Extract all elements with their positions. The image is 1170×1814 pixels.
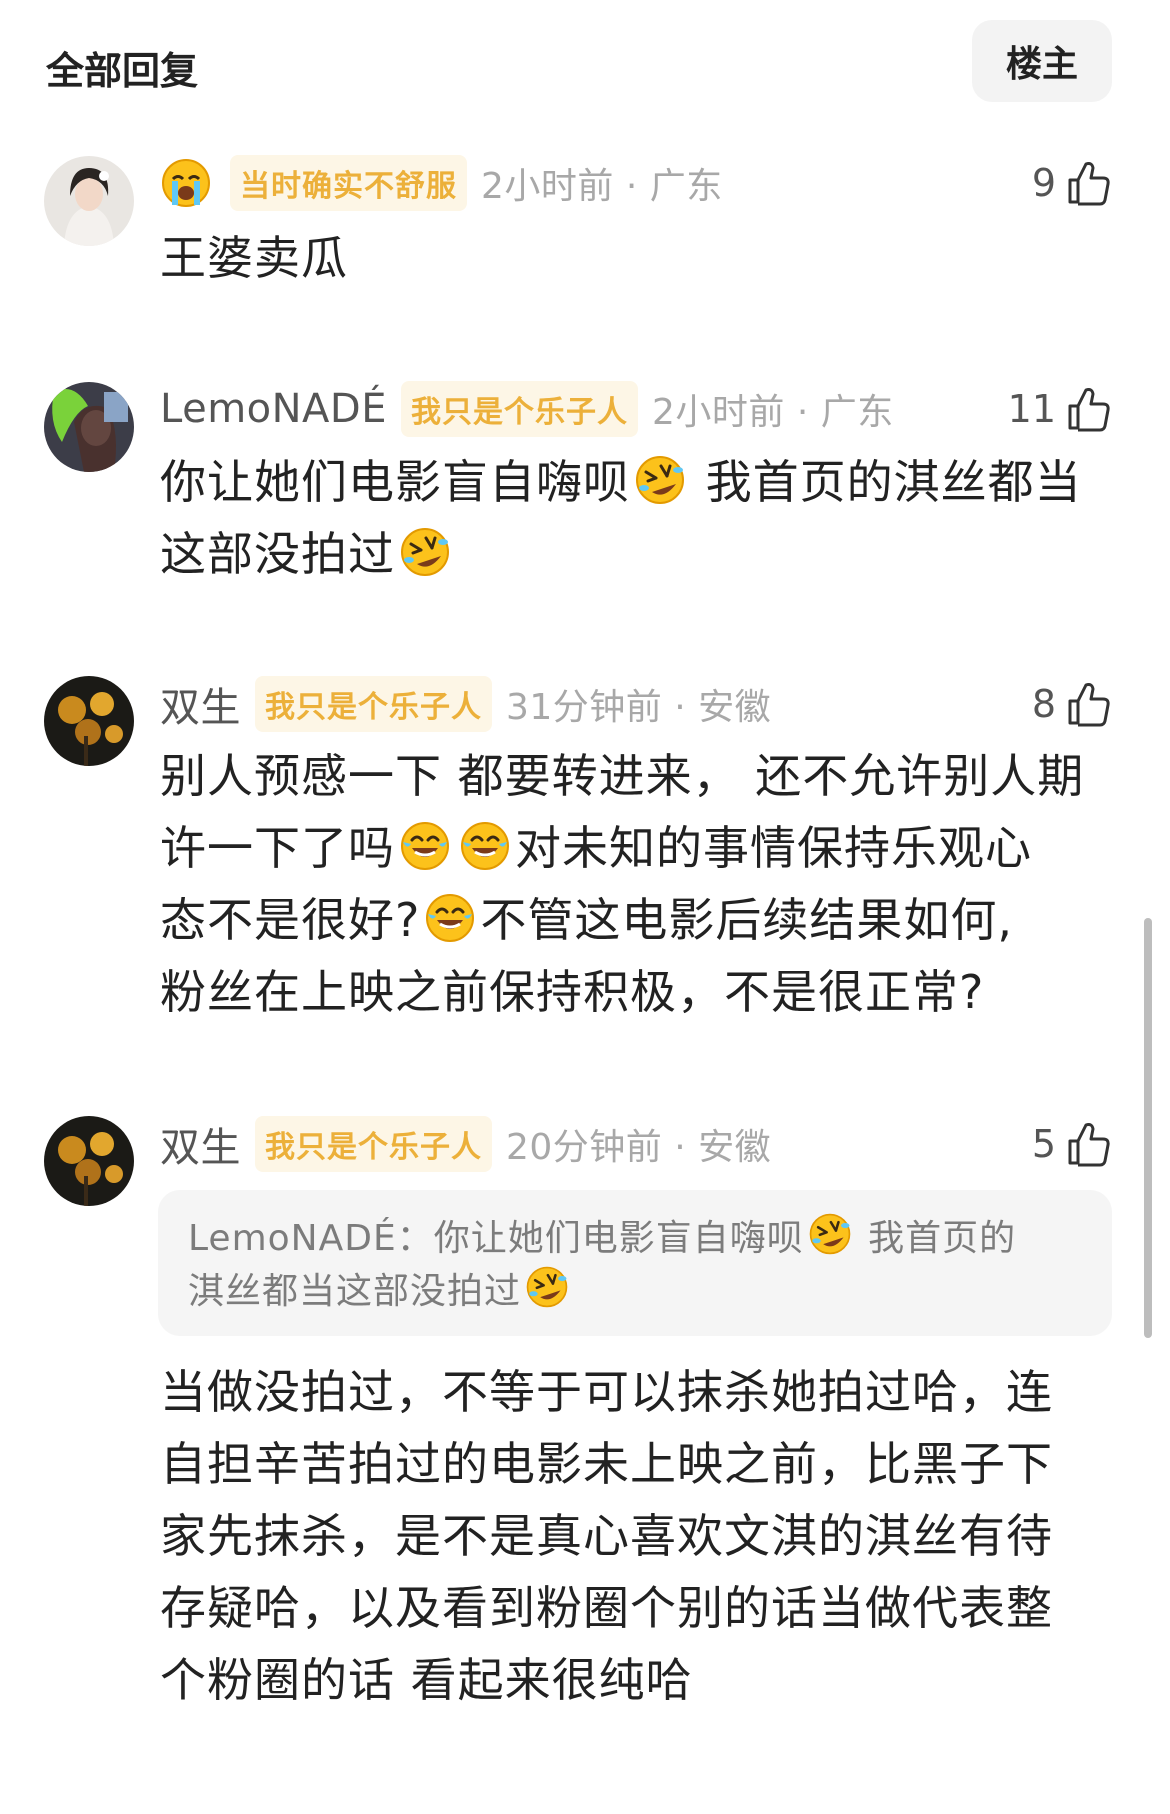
quoted-reply[interactable]: LemoNADÉ：你让她们电影盲自嗨呗 我首页的 淇丝都当这部没拍过 bbox=[158, 1190, 1112, 1336]
tears-of-joy-emoji-icon bbox=[459, 820, 511, 872]
username[interactable]: LemoNADÉ bbox=[160, 386, 387, 432]
thumbs-up-icon bbox=[1064, 1119, 1114, 1169]
comment-time: 31分钟前 · 安徽 bbox=[506, 687, 772, 728]
thumbs-up-icon bbox=[1064, 158, 1114, 208]
user-badge: 我只是个乐子人 bbox=[255, 1116, 492, 1172]
comment-text: 你让她们电影盲自嗨呗 我首页的淇丝都当 这部没拍过 bbox=[160, 446, 1120, 590]
comment-text-part: 我首页的淇丝都当 bbox=[705, 455, 1082, 509]
tears-of-joy-emoji-icon bbox=[399, 820, 451, 872]
comment-text-line: 当做没拍过，不等于可以抹杀她拍过哈，连 bbox=[160, 1365, 1053, 1419]
like-count: 5 bbox=[1031, 1122, 1056, 1166]
quote-text-part: 我首页的 bbox=[868, 1218, 1017, 1259]
page-title: 全部回复 bbox=[46, 49, 199, 93]
quote-text-part: 淇丝都当这部没拍过 bbox=[188, 1271, 522, 1312]
comment-text-line: 个粉圈的话 看起来很纯哈 bbox=[160, 1653, 693, 1707]
comment-time: 2小时前 · 广东 bbox=[652, 392, 894, 433]
comment-meta: LemoNADÉ 我只是个乐子人 2小时前 · 广东 bbox=[160, 381, 894, 437]
thumbs-up-icon bbox=[1064, 384, 1114, 434]
like-button[interactable]: 5 bbox=[1032, 1116, 1114, 1172]
comment-text-part: 你让她们电影盲自嗨呗 bbox=[160, 455, 630, 509]
rolling-laughing-emoji-icon bbox=[808, 1212, 852, 1256]
comment-text-line: 存疑哈，以及看到粉圈个别的话当做代表整 bbox=[160, 1581, 1053, 1635]
comment-text-line: 家先抹杀，是不是真心喜欢文淇的淇丝有待 bbox=[160, 1509, 1053, 1563]
comment-text-part: 别人预感一下 都要转进来， 还不允许别人期 bbox=[160, 749, 1085, 803]
user-badge: 我只是个乐子人 bbox=[255, 676, 492, 732]
rolling-laughing-emoji-icon bbox=[525, 1265, 569, 1309]
like-button[interactable]: 9 bbox=[1032, 155, 1114, 211]
user-badge: 当时确实不舒服 bbox=[230, 155, 467, 211]
avatar[interactable] bbox=[44, 156, 134, 246]
quote-text-part: 你让她们电影盲自嗨呗 bbox=[433, 1218, 804, 1259]
comment-text-part: 这部没拍过 bbox=[160, 527, 395, 581]
comment-text-part: 粉丝在上映之前保持积极，不是很正常? bbox=[160, 965, 985, 1019]
comment-time: 20分钟前 · 安徽 bbox=[506, 1127, 772, 1168]
username[interactable]: 双生 bbox=[160, 1115, 241, 1173]
comment-text: 当做没拍过，不等于可以抹杀她拍过哈，连 自担辛苦拍过的电影未上映之前，比黑子下 … bbox=[160, 1356, 1120, 1716]
thumbs-up-icon bbox=[1064, 679, 1114, 729]
tears-of-joy-emoji-icon bbox=[424, 892, 476, 944]
comment-text-line: 自担辛苦拍过的电影未上映之前，比黑子下 bbox=[160, 1437, 1053, 1491]
avatar[interactable] bbox=[44, 1116, 134, 1206]
quote-username: LemoNADÉ： bbox=[188, 1218, 434, 1259]
rolling-laughing-emoji-icon bbox=[399, 526, 451, 578]
comment-meta: 双生 我只是个乐子人 20分钟前 · 安徽 bbox=[160, 1116, 771, 1172]
user-badge: 我只是个乐子人 bbox=[401, 381, 638, 437]
comment-text: 别人预感一下 都要转进来， 还不允许别人期 许一下了吗 对未知的事情保持乐观心 态… bbox=[160, 740, 1120, 1028]
comment-text-part: 许一下了吗 bbox=[160, 821, 395, 875]
comment-text-part: 态不是很好? bbox=[160, 893, 421, 947]
scrollbar[interactable] bbox=[1144, 918, 1152, 1338]
username[interactable]: 双生 bbox=[160, 675, 241, 733]
avatar[interactable] bbox=[44, 382, 134, 472]
header: 全部回复 楼主 bbox=[0, 0, 1170, 120]
like-button[interactable]: 11 bbox=[1008, 381, 1114, 437]
avatar[interactable] bbox=[44, 676, 134, 766]
like-count: 8 bbox=[1031, 682, 1056, 726]
comment-text-part: 不管这电影后续结果如何, bbox=[480, 893, 1014, 947]
comment-meta: 双生 我只是个乐子人 31分钟前 · 安徽 bbox=[160, 676, 771, 732]
crying-emoji-icon bbox=[162, 159, 210, 207]
comment-text: 王婆卖瓜 bbox=[160, 231, 348, 285]
rolling-laughing-emoji-icon bbox=[634, 454, 686, 506]
owner-only-button[interactable]: 楼主 bbox=[972, 20, 1112, 102]
like-count: 9 bbox=[1031, 161, 1056, 205]
comment-time: 2小时前 · 广东 bbox=[481, 166, 723, 207]
like-count: 11 bbox=[1007, 387, 1056, 431]
comment-text-part: 对未知的事情保持乐观心 bbox=[515, 821, 1032, 875]
like-button[interactable]: 8 bbox=[1032, 676, 1114, 732]
comment-meta: 当时确实不舒服 2小时前 · 广东 bbox=[160, 155, 723, 211]
